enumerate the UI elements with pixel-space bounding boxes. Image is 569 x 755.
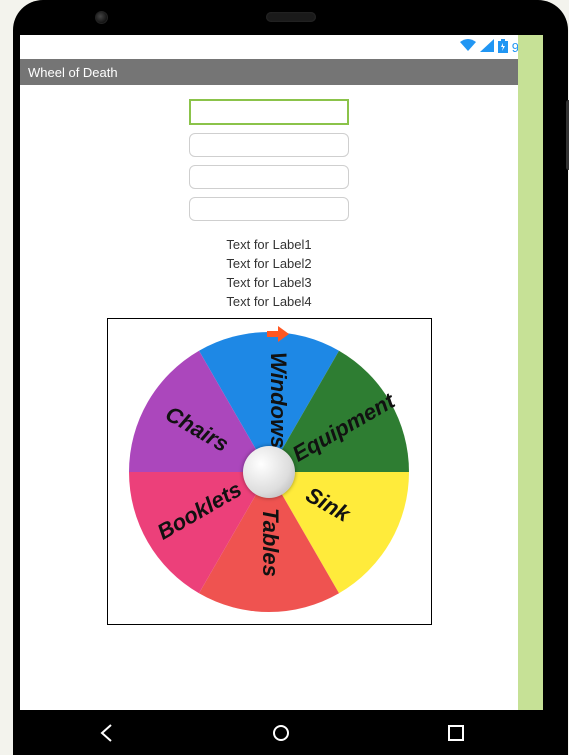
content-area: Text for Label1 Text for Label2 Text for…: [20, 85, 518, 630]
back-button[interactable]: [93, 719, 121, 747]
navigation-bar: [20, 710, 543, 755]
signal-icon: [480, 39, 494, 55]
segment-label-tables: Tables: [258, 508, 283, 577]
wheel-container[interactable]: Windows Equipment Sink Tables Booklets C…: [107, 318, 432, 625]
label-3: Text for Label3: [226, 275, 311, 290]
textbox-3[interactable]: [189, 165, 349, 189]
bezel-right: [518, 35, 543, 710]
status-bar: 9:48: [20, 35, 543, 59]
device-frame: 9:48 Wheel of Death Text for Label1 Text…: [13, 0, 568, 755]
label-1: Text for Label1: [226, 237, 311, 252]
battery-icon: [498, 39, 508, 56]
segment-label-windows: Windows: [266, 352, 291, 448]
label-4: Text for Label4: [226, 294, 311, 309]
textbox-1[interactable]: [189, 99, 349, 125]
speaker-grille: [266, 12, 316, 22]
wheel-hub: [243, 446, 295, 498]
title-bar: Wheel of Death: [20, 59, 543, 85]
label-2: Text for Label2: [226, 256, 311, 271]
labels-block: Text for Label1 Text for Label2 Text for…: [226, 233, 311, 313]
home-button[interactable]: [267, 719, 295, 747]
textbox-2[interactable]: [189, 133, 349, 157]
arrow-icon: [267, 326, 289, 347]
textbox-4[interactable]: [189, 197, 349, 221]
camera-dot: [95, 11, 108, 24]
wifi-icon: [460, 39, 476, 55]
recent-apps-button[interactable]: [442, 719, 470, 747]
app-title: Wheel of Death: [28, 65, 118, 80]
screen: 9:48 Wheel of Death Text for Label1 Text…: [20, 35, 543, 710]
